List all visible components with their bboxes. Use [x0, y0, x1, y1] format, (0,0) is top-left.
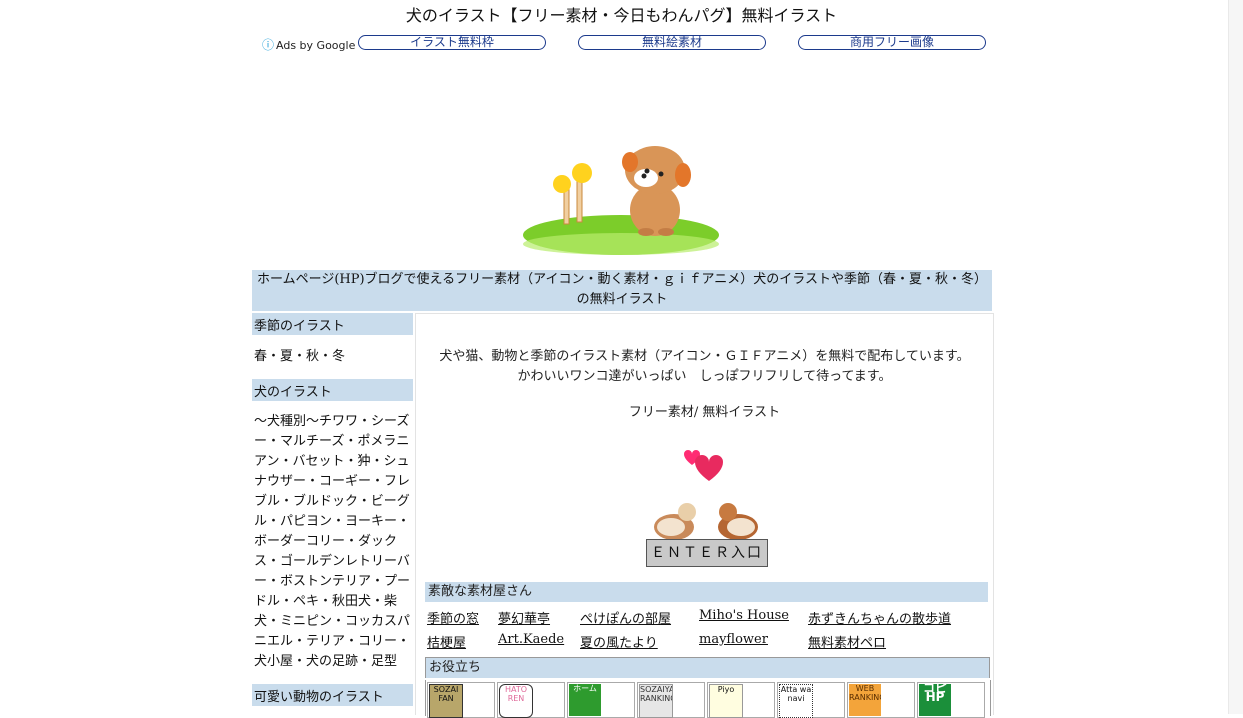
friend-link[interactable]: 赤ずきんちゃんの散歩道 — [808, 608, 951, 627]
page-title: 犬のイラスト【フリー素材・今日もわんパグ】無料イラスト — [405, 6, 838, 25]
sidebar: 季節のイラスト 春・夏・秋・冬 犬のイラスト 〜犬種別〜チワワ・シーズー・マルチ… — [252, 313, 413, 714]
friend-link[interactable]: 無料素材ペロ — [808, 632, 886, 651]
banner-icon: ホーム — [569, 684, 601, 716]
site-description-banner: ホームページ(HP)ブログで使えるフリー素材（アイコン・動く素材・ｇｉｆアニメ）… — [252, 270, 992, 311]
friend-link[interactable]: ぺけぽんの部屋 — [580, 608, 671, 627]
banner-icon: HATO REN — [499, 684, 533, 718]
useful-banner[interactable]: コピHP — [917, 682, 985, 718]
useful-banner[interactable]: SOZAIYA RANKING — [637, 682, 705, 718]
friend-link[interactable]: 桔梗屋 — [427, 632, 466, 651]
ad-link-button-2[interactable]: 無料絵素材 — [578, 35, 766, 50]
useful-banner[interactable]: HATO REN — [497, 682, 565, 718]
friend-link[interactable]: 夏の風たより — [580, 632, 658, 651]
ad-link-button-1[interactable]: イラスト無料枠 — [358, 35, 546, 50]
ads-label-text: Ads by Google — [276, 39, 356, 52]
banner-icon: Atta wa navi — [779, 684, 813, 718]
useful-banner[interactable]: Piyo — [707, 682, 775, 718]
banner-icon: SOZAI FAN — [429, 684, 463, 718]
friend-link[interactable]: 夢幻華亭 — [498, 608, 550, 627]
window-scrollbar-gutter[interactable] — [1228, 0, 1243, 714]
useful-heading: お役立ち — [425, 657, 990, 678]
ad-link-button-3[interactable]: 商用フリー画像 — [798, 35, 986, 50]
friend-link[interactable]: mayflower — [699, 632, 768, 647]
useful-banner[interactable]: WEB RANKING — [847, 682, 915, 718]
useful-banner[interactable]: SOZAI FAN — [427, 682, 495, 718]
hero-puppy-illustration — [523, 146, 719, 255]
info-icon[interactable]: ⓘ — [262, 38, 274, 52]
banner-icon: Piyo — [709, 684, 743, 718]
sidebar-heading-dogs: 犬のイラスト — [252, 379, 413, 401]
intro-line-2: かわいいワンコ達がいっぱい しっぽフリフリして待ってます。 — [517, 369, 892, 384]
useful-banner[interactable]: ホーム — [567, 682, 635, 718]
friend-link[interactable]: Art.Kaede — [498, 632, 564, 647]
banner-icon: WEB RANKING — [849, 684, 881, 716]
ad-link-bar: ⓘ Ads by Google イラスト無料枠 無料絵素材 商用フリー画像 — [262, 34, 992, 52]
ads-by-google[interactable]: ⓘ Ads by Google — [262, 36, 355, 53]
useful-banners-row: SOZAI FAN HATO REN ホーム SOZAIYA RANKING P… — [425, 680, 991, 718]
useful-banner[interactable]: Atta wa navi — [777, 682, 845, 718]
free-illust-caption: フリー素材/ 無料イラスト — [628, 405, 781, 420]
intro-line-1: 犬や猫、動物と季節のイラスト素材（アイコン・ＧＩＦアニメ）を無料で配布しています… — [439, 349, 970, 364]
intro-text: 犬や猫、動物と季節のイラスト素材（アイコン・ＧＩＦアニメ）を無料で配布しています… — [416, 347, 993, 387]
banner-icon: SOZAIYA RANKING — [639, 684, 673, 718]
sidebar-heading-animals: 可愛い動物のイラスト — [252, 684, 413, 706]
links-heading: 素敵な素材屋さん — [425, 582, 988, 602]
friend-link[interactable]: 季節の窓 — [427, 608, 479, 627]
sidebar-link-seasons[interactable]: 春・夏・秋・冬 — [252, 347, 413, 367]
friend-link[interactable]: Miho's House — [699, 608, 789, 623]
enter-button[interactable]: ＥＮＴＥＲ入口 — [646, 539, 768, 567]
sidebar-link-dog-breeds[interactable]: 〜犬種別〜チワワ・シーズー・マルチーズ・ポメラニアン・バセット・狆・シュナウザー… — [252, 412, 413, 672]
sidebar-heading-season: 季節のイラスト — [252, 313, 413, 335]
main-content: 犬や猫、動物と季節のイラスト素材（アイコン・ＧＩＦアニメ）を無料で配布しています… — [415, 313, 994, 718]
banner-icon: コピHP — [919, 684, 951, 716]
